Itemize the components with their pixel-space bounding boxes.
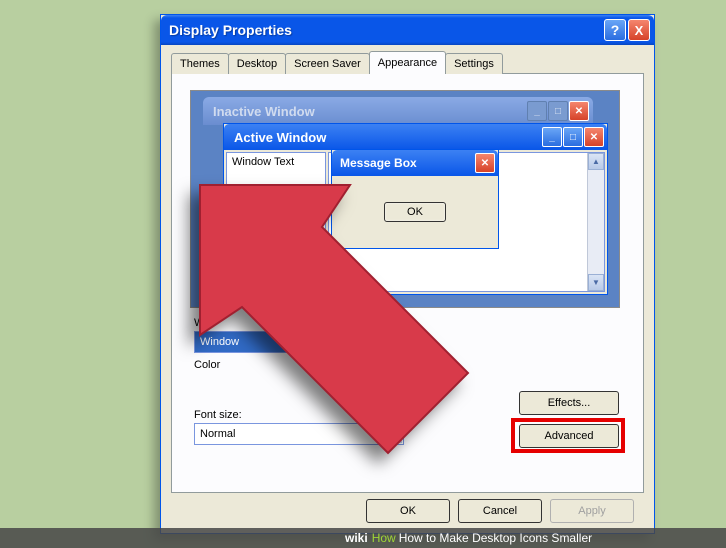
preview-msgbox-ok: OK xyxy=(384,202,446,222)
preview-msgbox-title: Message Box xyxy=(340,156,475,170)
scheme-value: Window xyxy=(200,336,239,348)
scheme-combo[interactable]: Window ▾ xyxy=(194,331,404,353)
tab-strip: Themes Desktop Screen Saver Appearance S… xyxy=(171,53,644,74)
preview-msgbox-titlebar: Message Box ✕ xyxy=(332,150,498,176)
font-size-combo[interactable]: Normal ▾ xyxy=(194,423,404,445)
caption-bar: wiki How How to Make Desktop Icons Small… xyxy=(0,528,726,548)
preview-active-title: Active Window xyxy=(234,130,542,145)
display-properties-window: Display Properties ? X Themes Desktop Sc… xyxy=(160,14,655,534)
preview-message-box: Message Box ✕ OK xyxy=(331,149,499,249)
effects-button-wrap: Effects... xyxy=(519,391,619,415)
preview-active-titlebar: Active Window _ □ ✕ xyxy=(224,124,607,150)
chevron-down-icon: ▾ xyxy=(385,425,402,443)
caption-title: How to Make Desktop Icons Smaller xyxy=(399,531,592,545)
preview-inactive-title: Inactive Window xyxy=(213,104,527,119)
minimize-icon: _ xyxy=(527,101,547,121)
maximize-icon: □ xyxy=(548,101,568,121)
preview-window-text: Window Text xyxy=(226,152,326,292)
preview-inactive-titlebar: Inactive Window _ □ ✕ xyxy=(203,97,593,125)
chevron-down-icon: ▾ xyxy=(385,333,402,351)
font-size-field: Font size: Normal ▾ xyxy=(194,409,404,445)
maximize-icon: □ xyxy=(563,127,583,147)
preview-scrollbar: ▲ ▼ xyxy=(587,153,604,291)
close-icon: ✕ xyxy=(569,101,589,121)
scroll-up-icon: ▲ xyxy=(588,153,604,170)
preview-msgbox-body: OK xyxy=(332,176,498,248)
dialog-buttons: OK Cancel Apply xyxy=(366,499,634,523)
help-button[interactable]: ? xyxy=(604,19,626,41)
close-icon: ✕ xyxy=(475,153,495,173)
scheme-field: W Window ▾ xyxy=(194,317,404,353)
apply-button[interactable]: Apply xyxy=(550,499,634,523)
color-field: Color xyxy=(194,359,220,373)
color-label: Color xyxy=(194,359,220,371)
cancel-button[interactable]: Cancel xyxy=(458,499,542,523)
titlebar[interactable]: Display Properties ? X xyxy=(161,15,654,45)
appearance-preview: Inactive Window _ □ ✕ Active Window _ □ … xyxy=(190,90,620,308)
effects-button[interactable]: Effects... xyxy=(519,391,619,415)
preview-inactive-buttons: _ □ ✕ xyxy=(527,101,589,121)
tab-settings[interactable]: Settings xyxy=(445,53,503,74)
font-size-label: Font size: xyxy=(194,409,404,421)
caption-wiki: wiki xyxy=(345,531,368,545)
tab-appearance[interactable]: Appearance xyxy=(369,51,446,74)
tab-themes[interactable]: Themes xyxy=(171,53,229,74)
window-title: Display Properties xyxy=(169,22,604,38)
tab-screensaver[interactable]: Screen Saver xyxy=(285,53,370,74)
preview-active-buttons: _ □ ✕ xyxy=(542,127,604,147)
minimize-icon: _ xyxy=(542,127,562,147)
advanced-highlight xyxy=(511,418,625,453)
titlebar-buttons: ? X xyxy=(604,19,650,41)
preview-inactive-window: Inactive Window _ □ ✕ xyxy=(203,97,593,125)
ok-button[interactable]: OK xyxy=(366,499,450,523)
close-button[interactable]: X xyxy=(628,19,650,41)
tab-desktop[interactable]: Desktop xyxy=(228,53,286,74)
scheme-label: W xyxy=(194,317,404,329)
font-size-value: Normal xyxy=(200,428,235,440)
close-icon: ✕ xyxy=(584,127,604,147)
caption-how: How xyxy=(372,531,396,545)
scroll-down-icon: ▼ xyxy=(588,274,604,291)
tab-content-appearance: Inactive Window _ □ ✕ Active Window _ □ … xyxy=(171,73,644,493)
